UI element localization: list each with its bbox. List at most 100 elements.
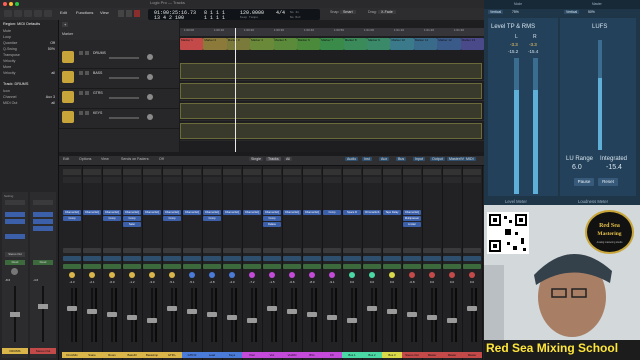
eq-thumbnail[interactable]	[363, 169, 381, 175]
inspector-row-value[interactable]: 50%	[48, 47, 55, 51]
eq-thumbnail[interactable]	[283, 169, 301, 175]
eq-curve[interactable]	[443, 177, 461, 183]
track-volume-slider[interactable]	[109, 117, 139, 119]
io-slot[interactable]	[363, 256, 381, 261]
io-slot[interactable]	[143, 256, 161, 261]
send-slot[interactable]	[203, 248, 221, 253]
filter-audio[interactable]: Audio	[345, 157, 359, 161]
view-zoom-left[interactable]: 75%	[512, 10, 519, 14]
automation-mode[interactable]	[83, 264, 101, 269]
solo-button[interactable]	[85, 91, 89, 95]
automation-mode[interactable]	[263, 264, 281, 269]
eq-curve[interactable]	[163, 177, 181, 183]
eq-curve[interactable]	[63, 177, 81, 183]
edit-menu[interactable]: Edit	[60, 10, 67, 15]
solo-button[interactable]	[85, 71, 89, 75]
send-slot[interactable]	[263, 248, 281, 253]
send-slot[interactable]	[363, 248, 381, 253]
eq-thumbnail[interactable]	[423, 169, 441, 175]
lcd-display[interactable]: 01:00:25:16.73 13 4 2 100 8 1 1 1 1 1 1 …	[148, 9, 320, 21]
plugin-slot[interactable]: Satur	[123, 222, 141, 227]
eq-curve[interactable]	[423, 177, 441, 183]
volume-fader[interactable]	[367, 306, 377, 311]
pan-knob[interactable]	[69, 272, 75, 278]
volume-fader[interactable]	[10, 312, 20, 317]
reset-button[interactable]: Reset	[598, 178, 618, 186]
output-slot[interactable]: Stereo Out	[5, 252, 25, 257]
volume-fader[interactable]	[107, 312, 117, 317]
pan-knob[interactable]	[309, 272, 315, 278]
audio-fx-slot[interactable]	[33, 226, 53, 231]
track-pan-knob[interactable]	[147, 114, 153, 120]
mixer-edit-menu[interactable]: Edit	[63, 157, 69, 161]
play-button[interactable]	[126, 10, 132, 17]
tab-all[interactable]: All	[284, 157, 292, 161]
eq-curve[interactable]	[303, 177, 321, 183]
eq-thumbnail[interactable]	[463, 169, 481, 175]
volume-fader[interactable]	[447, 318, 457, 323]
volume-fader[interactable]	[67, 306, 77, 311]
volume-fader[interactable]	[347, 318, 357, 323]
pan-knob[interactable]	[109, 272, 115, 278]
track-pan-knob[interactable]	[147, 94, 153, 100]
plugin-slot[interactable]: Channel EQ	[83, 210, 101, 215]
track-lane[interactable]	[180, 100, 484, 121]
eq-curve[interactable]	[263, 177, 281, 183]
eq-curve[interactable]	[143, 177, 161, 183]
automation-mode[interactable]	[223, 264, 241, 269]
io-slot[interactable]	[423, 256, 441, 261]
pause-button[interactable]: Pause	[574, 178, 594, 186]
automation-mode[interactable]	[63, 264, 81, 269]
send-slot[interactable]	[323, 248, 341, 253]
automation-mode[interactable]	[463, 264, 481, 269]
io-slot[interactable]	[203, 256, 221, 261]
eq-thumbnail[interactable]	[63, 169, 81, 175]
volume-fader[interactable]	[267, 306, 277, 311]
inspector-button[interactable]	[14, 10, 22, 17]
send-slot[interactable]	[103, 248, 121, 253]
smart-controls-button[interactable]	[34, 10, 42, 17]
automation-mode[interactable]	[123, 264, 141, 269]
io-slot[interactable]	[463, 256, 481, 261]
io-slot[interactable]	[83, 256, 101, 261]
plugin-slot[interactable]: Channel EQ	[403, 210, 421, 215]
pan-knob[interactable]	[389, 272, 395, 278]
pan-knob[interactable]	[369, 272, 375, 278]
minimize-window-button[interactable]	[9, 2, 13, 6]
eq-thumbnail[interactable]	[303, 169, 321, 175]
mixer-options-menu[interactable]: Options	[79, 157, 91, 161]
send-slot[interactable]	[83, 248, 101, 253]
audio-region[interactable]	[180, 103, 482, 119]
mixer-button[interactable]	[44, 10, 52, 17]
io-slot[interactable]	[383, 256, 401, 261]
automation-mode[interactable]	[183, 264, 201, 269]
send-slot[interactable]	[63, 248, 81, 253]
eq-curve[interactable]	[103, 177, 121, 183]
eq-thumbnail[interactable]	[163, 169, 181, 175]
track-volume-slider[interactable]	[109, 77, 139, 79]
audio-region[interactable]	[180, 83, 482, 99]
send-slot[interactable]	[183, 248, 201, 253]
audio-fx-slot[interactable]	[33, 212, 53, 217]
volume-fader[interactable]	[38, 304, 48, 309]
track-header-row[interactable]: GTRS	[59, 88, 179, 109]
eq-thumbnail[interactable]	[183, 169, 201, 175]
io-slot[interactable]	[283, 256, 301, 261]
view-zoom-right[interactable]: 50%	[588, 10, 595, 14]
pan-knob[interactable]	[11, 268, 18, 275]
io-slot[interactable]	[403, 256, 421, 261]
volume-fader[interactable]	[287, 309, 297, 314]
io-slot[interactable]	[223, 256, 241, 261]
pan-knob[interactable]	[129, 272, 135, 278]
send-slot[interactable]	[223, 248, 241, 253]
tab-single[interactable]: Single	[249, 157, 263, 161]
automation-mode[interactable]	[103, 264, 121, 269]
marker-region[interactable]: Marker 3	[226, 38, 251, 50]
eq-thumbnail[interactable]	[33, 200, 53, 205]
eq-curve[interactable]	[183, 177, 201, 183]
ruler[interactable]: 1:00:00 1:00:10 1:00:20 1:00:30 1:00:40 1:00:…	[180, 28, 484, 36]
volume-fader[interactable]	[187, 309, 197, 314]
io-slot[interactable]	[63, 256, 81, 261]
send-slot[interactable]	[463, 248, 481, 253]
plugin-slot[interactable]: Channel EQ	[223, 210, 241, 215]
